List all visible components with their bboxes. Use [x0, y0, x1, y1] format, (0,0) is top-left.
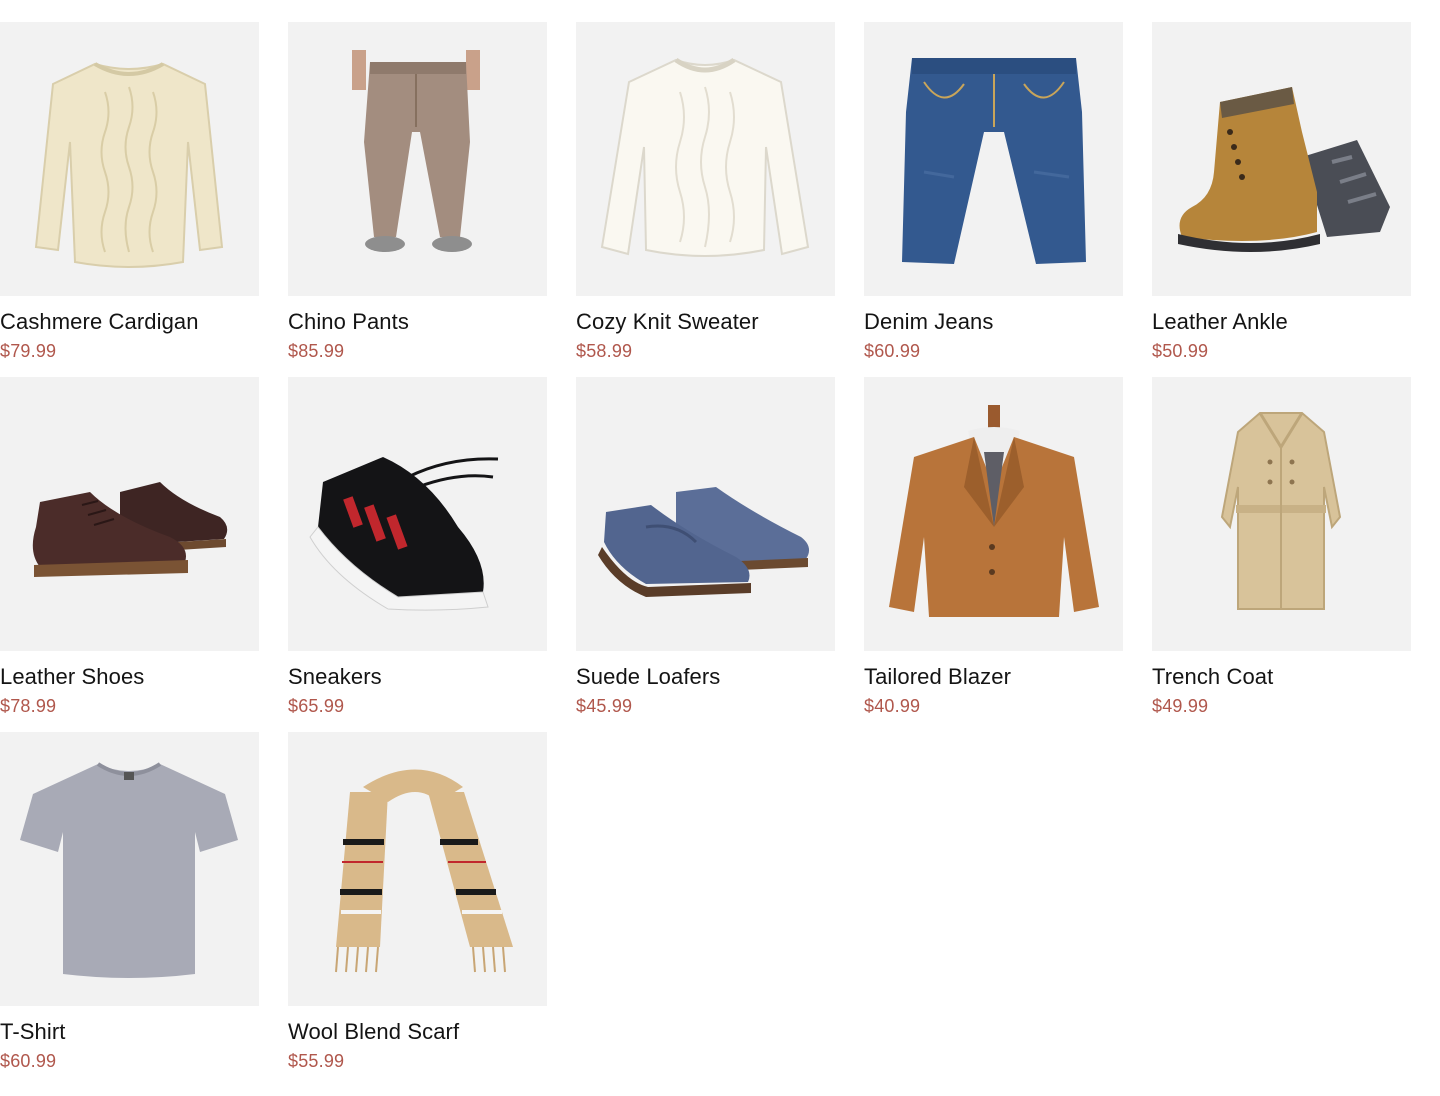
- product-image[interactable]: [288, 732, 547, 1006]
- product-card[interactable]: Cozy Knit Sweater $58.99: [576, 22, 835, 377]
- product-price: $60.99: [0, 1051, 57, 1071]
- loafer-image: [598, 487, 810, 597]
- product-image[interactable]: [576, 377, 835, 651]
- product-image[interactable]: [864, 22, 1123, 296]
- product-name[interactable]: Cashmere Cardigan: [0, 309, 259, 335]
- product-price: $55.99: [288, 1051, 345, 1071]
- shoes-image: [32, 482, 228, 577]
- product-card[interactable]: Sneakers $65.99: [288, 377, 547, 732]
- jeans-image: [902, 58, 1086, 264]
- product-image[interactable]: [288, 377, 547, 651]
- product-name[interactable]: Tailored Blazer: [864, 664, 1123, 690]
- product-image[interactable]: [0, 22, 259, 296]
- sweater-image: [34, 62, 224, 268]
- product-card[interactable]: Denim Jeans $60.99: [864, 22, 1123, 377]
- product-name[interactable]: Trench Coat: [1152, 664, 1411, 690]
- product-card[interactable]: Wool Blend Scarf $55.99: [288, 732, 547, 1087]
- product-price: $79.99: [0, 341, 57, 361]
- blazer-image: [889, 405, 1099, 617]
- tshirt-image: [20, 762, 238, 978]
- coat-image: [1220, 412, 1342, 610]
- product-price: $45.99: [576, 696, 633, 716]
- product-price: $78.99: [0, 696, 57, 716]
- product-image[interactable]: [288, 22, 547, 296]
- product-name[interactable]: Chino Pants: [288, 309, 547, 335]
- product-image[interactable]: [576, 22, 835, 296]
- product-image[interactable]: [0, 377, 259, 651]
- product-name[interactable]: Sneakers: [288, 664, 547, 690]
- product-card[interactable]: Tailored Blazer $40.99: [864, 377, 1123, 732]
- product-card[interactable]: T-Shirt $60.99: [0, 732, 259, 1087]
- product-name[interactable]: Leather Shoes: [0, 664, 259, 690]
- product-price: $49.99: [1152, 696, 1209, 716]
- product-card[interactable]: Leather Shoes $78.99: [0, 377, 259, 732]
- product-name[interactable]: Denim Jeans: [864, 309, 1123, 335]
- product-name[interactable]: Wool Blend Scarf: [288, 1019, 547, 1045]
- pants-image: [352, 50, 480, 252]
- sweater-image: [600, 57, 810, 257]
- product-image[interactable]: [1152, 22, 1411, 296]
- product-card[interactable]: Chino Pants $85.99: [288, 22, 547, 377]
- product-name[interactable]: Leather Ankle: [1152, 309, 1411, 335]
- product-name[interactable]: Suede Loafers: [576, 664, 835, 690]
- product-price: $40.99: [864, 696, 921, 716]
- product-name[interactable]: Cozy Knit Sweater: [576, 309, 835, 335]
- sneaker-image: [309, 457, 499, 611]
- scarf-image: [335, 769, 513, 973]
- product-grid: Cashmere Cardigan $79.99 Chino Pants $85…: [0, 22, 1411, 1087]
- product-card[interactable]: Suede Loafers $45.99: [576, 377, 835, 732]
- product-card[interactable]: Leather Ankle $50.99: [1152, 22, 1411, 377]
- product-price: $50.99: [1152, 341, 1209, 361]
- product-price: $65.99: [288, 696, 345, 716]
- product-image[interactable]: [0, 732, 259, 1006]
- product-image[interactable]: [864, 377, 1123, 651]
- product-image[interactable]: [1152, 377, 1411, 651]
- product-price: $58.99: [576, 341, 633, 361]
- product-card[interactable]: Trench Coat $49.99: [1152, 377, 1411, 732]
- product-card[interactable]: Cashmere Cardigan $79.99: [0, 22, 259, 377]
- product-price: $85.99: [288, 341, 345, 361]
- product-price: $60.99: [864, 341, 921, 361]
- boot-image: [1178, 87, 1390, 252]
- product-name[interactable]: T-Shirt: [0, 1019, 259, 1045]
